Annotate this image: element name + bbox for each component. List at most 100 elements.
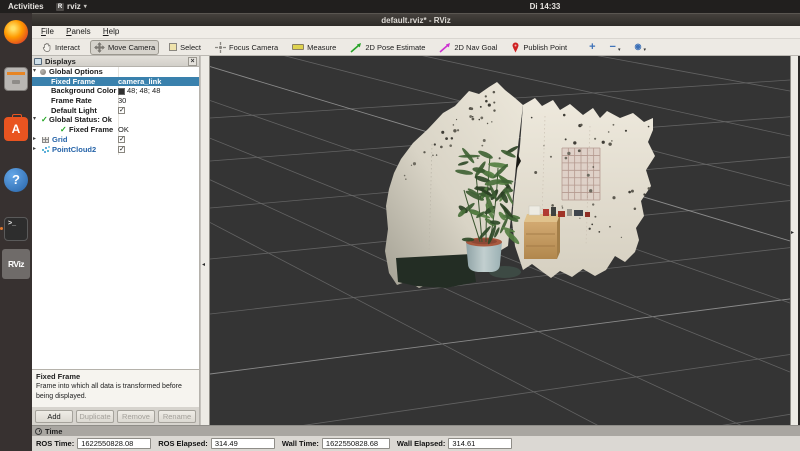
firefox-icon[interactable] bbox=[4, 20, 28, 44]
dock: A ? >_ RViz bbox=[0, 13, 32, 451]
tool-measure[interactable]: Measure bbox=[288, 41, 340, 54]
row-label: Fixed Frame bbox=[51, 77, 95, 87]
tool-label: Publish Point bbox=[523, 43, 567, 52]
tool-label: Measure bbox=[307, 43, 336, 52]
wall-elapsed-field: Wall Elapsed: 314.61 bbox=[397, 438, 512, 449]
row-value[interactable]: 30 bbox=[118, 96, 126, 106]
collapse-left-icon[interactable]: ◂ bbox=[202, 261, 205, 268]
tree-row-fixed-frame-status[interactable]: ✓ Fixed Frame OK bbox=[32, 125, 199, 135]
tree-row-global-status[interactable]: ▾ ✓ Global Status: Ok bbox=[32, 115, 199, 125]
tool-focus-camera[interactable]: Focus Camera bbox=[211, 40, 282, 55]
window-titlebar[interactable]: default.rviz* - RViz bbox=[32, 13, 800, 26]
add-tool-button[interactable]: + bbox=[585, 40, 599, 54]
main-area: Displays × ▾ Global Options Fixed Frame … bbox=[32, 56, 800, 425]
tree-row-frame-rate[interactable]: Frame Rate 30 bbox=[32, 96, 199, 106]
property-help-body: Frame into which all data is transformed… bbox=[36, 383, 182, 399]
ubuntu-software-icon[interactable]: A bbox=[4, 117, 28, 141]
plus-icon: + bbox=[589, 42, 595, 52]
activities-button[interactable]: Activities bbox=[8, 2, 44, 11]
tool-interact[interactable]: Interact bbox=[38, 40, 84, 54]
tree-row-pointcloud2[interactable]: ▸ PointCloud2 bbox=[32, 145, 199, 155]
wall-elapsed-input[interactable]: 314.61 bbox=[448, 438, 512, 449]
wall-time-label: Wall Time: bbox=[282, 439, 319, 448]
color-value: 48; 48; 48 bbox=[127, 86, 160, 96]
rviz-mini-icon: R bbox=[56, 3, 64, 11]
magenta-arrow-icon bbox=[439, 42, 451, 53]
tree-row-default-light[interactable]: Default Light bbox=[32, 106, 199, 116]
menu-panels[interactable]: Panels bbox=[61, 26, 95, 37]
menu-file[interactable]: File bbox=[36, 26, 59, 37]
tree-row-global-options[interactable]: ▾ Global Options bbox=[32, 67, 199, 77]
ros-elapsed-input[interactable]: 314.49 bbox=[211, 438, 275, 449]
window-blind bbox=[562, 148, 600, 200]
green-arrow-icon bbox=[350, 42, 362, 53]
clock[interactable]: Di 14:33 bbox=[515, 2, 575, 11]
tool-select[interactable]: Select bbox=[165, 41, 205, 54]
duplicate-button[interactable]: Duplicate bbox=[76, 410, 114, 423]
rviz-window: default.rviz* - RViz File Panels Help In… bbox=[32, 13, 800, 451]
row-label: PointCloud2 bbox=[52, 145, 96, 155]
add-button[interactable]: Add bbox=[35, 410, 73, 423]
expander-icon[interactable]: ▾ bbox=[33, 115, 36, 125]
wall-elapsed-label: Wall Elapsed: bbox=[397, 439, 445, 448]
tree-row-grid[interactable]: ▸ Grid bbox=[32, 135, 199, 145]
files-icon[interactable] bbox=[4, 67, 28, 91]
globe-icon bbox=[40, 69, 46, 75]
tool-label: Select bbox=[180, 43, 201, 52]
rviz-dock-icon[interactable]: RViz bbox=[2, 249, 30, 279]
property-help-title: Fixed Frame bbox=[36, 372, 80, 381]
display-icon bbox=[34, 58, 42, 65]
row-label: Background Color bbox=[51, 86, 116, 96]
clock-icon bbox=[35, 428, 42, 435]
help-icon[interactable]: ? bbox=[4, 168, 28, 192]
tool-2d-nav-goal[interactable]: 2D Nav Goal bbox=[435, 40, 501, 55]
remove-tool-button[interactable]: − ▾ bbox=[606, 39, 625, 55]
viewport-canvas bbox=[210, 56, 790, 425]
tool-label: 2D Pose Estimate bbox=[365, 43, 425, 52]
time-panel-title: Time bbox=[45, 427, 62, 436]
expander-icon[interactable]: ▸ bbox=[33, 145, 36, 155]
floor-shadow bbox=[396, 254, 476, 288]
app-indicator-label: rviz bbox=[67, 2, 81, 11]
status-ok-icon: ✓ bbox=[60, 125, 67, 135]
displays-panel-header[interactable]: Displays × bbox=[32, 56, 199, 67]
row-value[interactable]: 48; 48; 48 bbox=[118, 86, 160, 96]
time-panel-header[interactable]: Time bbox=[32, 425, 800, 436]
tool-publish-point[interactable]: Publish Point bbox=[507, 40, 571, 55]
terminal-icon[interactable]: >_ bbox=[4, 217, 28, 241]
menu-help[interactable]: Help bbox=[98, 26, 124, 37]
collapse-right-icon[interactable]: ▸ bbox=[791, 229, 794, 236]
tool-move-camera[interactable]: Move Camera bbox=[90, 40, 159, 55]
checkbox-checked[interactable] bbox=[118, 136, 125, 143]
remove-button[interactable]: Remove bbox=[117, 410, 155, 423]
close-icon[interactable]: × bbox=[188, 57, 197, 66]
plant-pot bbox=[466, 238, 502, 273]
ubuntu-top-bar: Activities R rviz ▾ Di 14:33 bbox=[0, 0, 800, 13]
wall-time-input[interactable]: 1622550828.68 bbox=[322, 438, 390, 449]
app-indicator[interactable]: R rviz ▾ bbox=[56, 2, 87, 11]
time-fields: ROS Time: 1622550828.08 ROS Elapsed: 314… bbox=[32, 436, 800, 451]
rename-button[interactable]: Rename bbox=[158, 410, 196, 423]
right-splitter[interactable]: ▸ bbox=[790, 56, 798, 425]
expander-icon[interactable]: ▸ bbox=[33, 135, 36, 145]
tree-row-fixed-frame[interactable]: Fixed Frame camera_link bbox=[32, 77, 199, 87]
checkbox-checked[interactable] bbox=[118, 146, 125, 153]
tool-2d-pose-estimate[interactable]: 2D Pose Estimate bbox=[346, 40, 429, 55]
row-value[interactable]: camera_link bbox=[118, 77, 161, 87]
expander-icon[interactable]: ▾ bbox=[33, 67, 36, 77]
chevron-down-icon: ▾ bbox=[643, 47, 646, 53]
grid-display-icon bbox=[42, 137, 49, 143]
chevron-down-icon: ▾ bbox=[618, 47, 621, 53]
left-splitter[interactable]: ◂ bbox=[200, 56, 210, 425]
menubar: File Panels Help bbox=[32, 26, 800, 38]
ros-time-input[interactable]: 1622550828.08 bbox=[77, 438, 151, 449]
tool-properties-button[interactable]: ◉ ▾ bbox=[631, 39, 651, 55]
ros-elapsed-label: ROS Elapsed: bbox=[158, 439, 208, 448]
displays-panel-title: Displays bbox=[45, 57, 76, 66]
render-viewport[interactable] bbox=[210, 56, 790, 425]
property-help: Fixed Frame Frame into which all data is… bbox=[32, 369, 199, 407]
desktop: Activities R rviz ▾ Di 14:33 A ? >_ RViz… bbox=[0, 0, 800, 451]
pointcloud-icon bbox=[42, 149, 44, 151]
checkbox-checked[interactable] bbox=[118, 107, 125, 114]
tree-row-background-color[interactable]: Background Color 48; 48; 48 bbox=[32, 86, 199, 96]
